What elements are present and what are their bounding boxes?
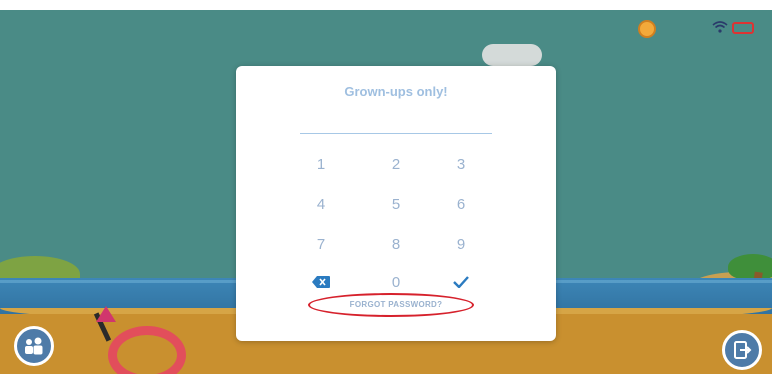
parental-gate-dialog: Grown-ups only! 1 2 3 4 5 6 7 8 9 0 FORG… [236, 66, 556, 341]
cropped-caption [0, 0, 772, 10]
kids-profile-button[interactable] [14, 326, 54, 366]
palm-leaves [728, 254, 772, 280]
wifi-glyph [712, 21, 728, 33]
beach-scene-background: Grown-ups only! 1 2 3 4 5 6 7 8 9 0 FORG… [0, 10, 772, 374]
checkmark-icon [453, 276, 469, 288]
key-4[interactable]: 4 [286, 186, 356, 222]
exit-button[interactable] [722, 330, 762, 370]
key-8[interactable]: 8 [361, 226, 431, 262]
wifi-icon [712, 20, 728, 36]
key-7[interactable]: 7 [286, 226, 356, 262]
coin-icon [638, 20, 656, 38]
status-bar [616, 14, 766, 48]
key-2[interactable]: 2 [361, 146, 431, 182]
exit-icon [734, 341, 752, 359]
pin-entry-line[interactable] [300, 133, 492, 134]
key-5[interactable]: 5 [361, 186, 431, 222]
key-9[interactable]: 9 [426, 226, 496, 262]
highlight-ellipse [308, 293, 474, 317]
key-6[interactable]: 6 [426, 186, 496, 222]
key-1[interactable]: 1 [286, 146, 356, 182]
backspace-icon [312, 276, 330, 288]
cloud [482, 44, 542, 66]
numeric-keypad: 1 2 3 4 5 6 7 8 9 0 [286, 146, 506, 306]
dialog-title: Grown-ups only! [344, 84, 448, 99]
flag [96, 306, 116, 322]
key-3[interactable]: 3 [426, 146, 496, 182]
kids-profile-icon [25, 337, 43, 355]
battery-icon [732, 22, 754, 34]
